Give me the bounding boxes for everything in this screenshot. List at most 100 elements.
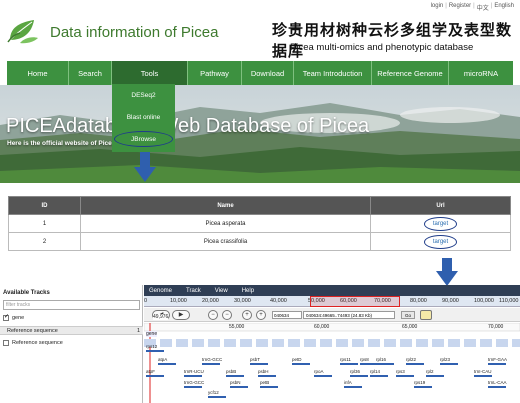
menu-view[interactable]: View [215,288,228,294]
gene-track-svg [143,322,520,403]
ruler-tick-label: 90,000 [442,298,459,304]
gene-feature[interactable] [474,375,492,377]
english-link[interactable]: English [494,3,514,12]
ruler-tick-label: 30,000 [234,298,251,304]
checkbox-unchecked[interactable] [3,340,9,346]
gene-feature[interactable] [226,375,244,377]
column-header-name: Name [80,196,371,215]
target-link[interactable]: target [423,234,458,249]
chinese-link[interactable]: 中文 [477,3,489,12]
navigation-toolbar: ◀ ▶ − − + + 040634 040634:49665..74493 (… [144,308,520,322]
gene-label: psbT [250,357,261,362]
separator: | [473,3,475,9]
gene-feature[interactable] [260,386,278,388]
header: Data information of Picea login | Registe… [0,0,520,62]
reference-select[interactable]: 040634 [272,311,302,319]
chinese-title: 珍贵用材树种云杉多组学及表型数据库 [272,21,513,60]
menu-track[interactable]: Track [186,288,201,294]
track-item-gene[interactable]: gene [3,313,24,321]
zoom-in-icon[interactable]: + [256,310,266,320]
gene-label: rpl23 [440,357,451,362]
menu-help[interactable]: Help [242,288,254,294]
gene-feature[interactable] [350,375,368,377]
nav-download[interactable]: Download [242,61,294,85]
gene-feature[interactable] [488,386,506,388]
gene-feature[interactable] [184,386,202,388]
gene-label: rpl36 [350,369,361,374]
gene-feature[interactable] [202,363,220,365]
english-subtitle: Picea multi-omics and phenotypic databas… [290,42,474,53]
gene-feature[interactable] [376,363,394,365]
dropdown-item-jbrowse[interactable]: JBrowse [112,128,175,150]
down-arrow-icon [436,258,458,286]
gene-feature[interactable] [250,363,268,365]
gene-feature[interactable] [314,375,332,377]
register-link[interactable]: Register [449,3,471,12]
gene-feature[interactable] [146,350,164,352]
separator: | [445,3,447,9]
gene-label: petB [260,380,270,385]
track-item-reference[interactable]: Reference sequence [3,340,63,346]
zoom-in-small-icon[interactable]: + [242,310,252,320]
available-tracks-title: Available Tracks [3,290,50,296]
gene-label: rpl16 [376,357,387,362]
target-link[interactable]: target [423,216,458,231]
checkbox-checked[interactable] [3,313,9,321]
gene-label: rps3 [396,369,405,374]
zoom-out-icon[interactable]: − [208,310,218,320]
ruler-tick-label: 100,000 [474,298,494,304]
gene-feature[interactable] [292,363,310,365]
gene-feature[interactable] [158,363,176,365]
gene-feature[interactable] [230,386,248,388]
track-label: Reference sequence [12,340,63,346]
gene-feature[interactable] [440,363,458,365]
leaf-logo-icon [7,20,38,44]
ruler-tick-label: 20,000 [202,298,219,304]
gene-feature[interactable] [370,375,388,377]
nav-team-introduction[interactable]: Team Introduction [294,61,372,85]
selected-region-highlight[interactable] [310,296,400,307]
gene-label: trnL-CAA [488,380,507,385]
gene-feature[interactable] [146,375,164,377]
dropdown-item-blast[interactable]: Blast online [112,106,175,128]
login-link[interactable]: login [431,3,444,12]
nav-search[interactable]: Search [69,61,112,85]
nav-microrna[interactable]: microRNA [449,61,513,85]
nav-home[interactable]: Home [7,61,69,85]
gene-label: psbB [226,369,237,374]
gene-feature[interactable] [426,375,444,377]
filter-tracks-input[interactable]: filter tracks [3,300,140,310]
column-header-url: Url [370,196,511,215]
track-label-gene[interactable]: gene [146,331,158,337]
gene-label: rps12 [146,344,158,349]
highlight-icon[interactable] [420,310,432,320]
page: { "header": { "site_title": "Data inform… [0,0,520,403]
scroll-right-icon[interactable]: ▶ [172,310,190,320]
table-header-row: ID Name Url [8,196,511,215]
gene-feature[interactable] [258,375,276,377]
reference-header-label: Reference sequence [7,328,58,334]
cell-url: target [370,232,511,251]
track-list-panel: Available Tracks filter tracks gene Refe… [0,285,143,403]
zoom-out-small-icon[interactable]: − [222,310,232,320]
gene-label: ycf12 [208,390,219,395]
gene-feature[interactable] [344,386,362,388]
ruler-tick-label: 10,000 [170,298,187,304]
gene-feature[interactable] [340,363,358,365]
gene-label: psbN [230,380,241,385]
nav-pathway[interactable]: Pathway [188,61,242,85]
jbrowse-menu-bar: Genome Track View Help [144,285,520,296]
gene-feature[interactable] [406,363,424,365]
locus-input[interactable]: 040634:49665..74493 (24.83 Kb) [303,311,395,319]
nav-tools[interactable]: Tools [112,61,188,85]
menu-genome[interactable]: Genome [149,288,172,294]
gene-feature[interactable] [184,375,202,377]
dropdown-item-deseq2[interactable]: DESeq2 [112,84,175,106]
nav-reference-genome[interactable]: Reference Genome [372,61,449,85]
gene-feature[interactable] [208,396,226,398]
gene-feature[interactable] [396,375,414,377]
gene-feature[interactable] [488,363,506,365]
reference-sequence-header[interactable]: Reference sequence 1 [0,326,143,335]
gene-feature[interactable] [414,386,432,388]
go-button[interactable]: Go [401,311,415,319]
